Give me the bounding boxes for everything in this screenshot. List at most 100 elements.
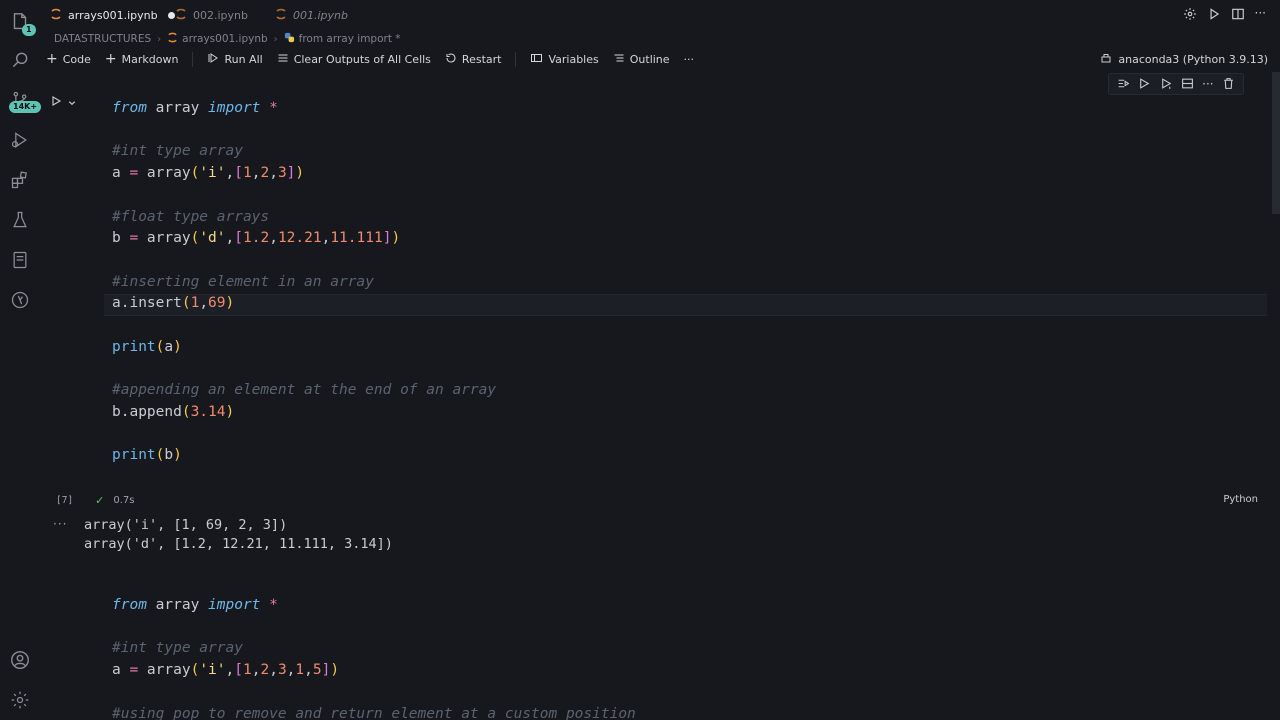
- code-line[interactable]: #using pop to remove and return element …: [112, 706, 636, 720]
- clear-all-icon: [277, 52, 289, 67]
- add-code-label: Code: [62, 52, 91, 66]
- code-line[interactable]: from array import *: [112, 100, 278, 116]
- code-line[interactable]: #appending an element at the end of an a…: [112, 382, 496, 398]
- add-markdown-label: Markdown: [121, 52, 179, 66]
- code-line[interactable]: a = array('i',[1,2,3,1,5]): [112, 662, 339, 678]
- code-token: *: [260, 597, 278, 613]
- code-token: b: [164, 447, 174, 464]
- code-line[interactable]: b.append(3.14): [112, 404, 234, 420]
- current-line-highlight: [104, 294, 1267, 316]
- plus-icon: +: [46, 51, 58, 67]
- code-line[interactable]: from array import *: [112, 597, 278, 613]
- explorer-icon[interactable]: 1: [8, 10, 36, 36]
- run-all-button[interactable]: Run All: [192, 51, 263, 67]
- more-cell-actions-icon[interactable]: ···: [1202, 77, 1213, 91]
- delete-cell-icon[interactable]: [1222, 75, 1235, 94]
- more-label: ···: [683, 52, 695, 66]
- code-token: ): [225, 403, 235, 420]
- unsaved-dot-icon[interactable]: [167, 11, 175, 19]
- tab-001[interactable]: 001.ipynb: [275, 0, 348, 30]
- kernel-label: anaconda3 (Python 3.9.13): [1118, 52, 1268, 66]
- notebook-icon[interactable]: [8, 248, 32, 272]
- code-token: (: [181, 295, 191, 312]
- code-token: 'i': [199, 662, 226, 679]
- restart-button[interactable]: Restart: [445, 52, 501, 67]
- execution-count: [7]: [56, 495, 74, 506]
- code-token: ,: [199, 295, 209, 312]
- tab-002[interactable]: 002.ipynb: [175, 0, 248, 30]
- code-line[interactable]: #int type array: [112, 640, 243, 656]
- manage-gear-icon[interactable]: [8, 688, 32, 712]
- breadcrumb-file[interactable]: arrays001.ipynb: [182, 33, 268, 45]
- kernel-picker[interactable]: anaconda3 (Python 3.9.13): [1100, 49, 1268, 69]
- code-token: *: [260, 100, 278, 116]
- breadcrumb-folder[interactable]: DATASTRUCTURES: [54, 33, 151, 45]
- testing-icon[interactable]: [8, 208, 32, 232]
- code-token: ,: [269, 230, 278, 247]
- chevron-right-icon: ›: [273, 33, 278, 45]
- run-icon[interactable]: [1207, 6, 1221, 25]
- execute-below-icon[interactable]: [1160, 75, 1173, 94]
- extensions-icon[interactable]: [8, 168, 32, 192]
- cell-toolbar: ···: [1108, 73, 1244, 95]
- run-debug-icon[interactable]: [8, 128, 32, 152]
- git-graph-icon[interactable]: [8, 288, 32, 312]
- code-token: ,: [225, 165, 235, 182]
- clear-outputs-button[interactable]: Clear Outputs of All Cells: [277, 52, 431, 67]
- code-token: b.append: [112, 403, 182, 420]
- code-token: #float type arrays: [112, 208, 270, 225]
- code-line[interactable]: #float type arrays: [112, 209, 269, 225]
- jupyter-file-icon: [50, 8, 62, 23]
- output-line-2: array('d', [1.2, 12.21, 11.111, 3.14]): [84, 536, 393, 552]
- breadcrumb-symbol[interactable]: from array import *: [299, 33, 401, 45]
- code-token: a: [112, 165, 130, 182]
- settings-gear-icon[interactable]: [1183, 6, 1197, 25]
- code-token: 'd': [199, 230, 226, 247]
- code-token: 69: [208, 295, 226, 312]
- code-line[interactable]: a.insert(1,69): [112, 295, 234, 311]
- chevron-down-icon[interactable]: [68, 92, 76, 111]
- code-token: 3: [277, 662, 287, 679]
- code-line[interactable]: print(b): [112, 447, 182, 463]
- plus-icon: +: [104, 51, 117, 67]
- variables-label: Variables: [548, 52, 599, 66]
- code-line[interactable]: print(a): [112, 339, 182, 355]
- output-more-icon[interactable]: ···: [53, 517, 67, 531]
- run-cell-icon[interactable]: [50, 92, 62, 111]
- variables-button[interactable]: Variables: [515, 51, 599, 67]
- add-markdown-cell-button[interactable]: + Markdown: [105, 51, 179, 67]
- tab-arrays001[interactable]: arrays001.ipynb: [50, 0, 175, 30]
- code-line[interactable]: a = array('i',[1,2,3]): [112, 165, 304, 181]
- code-token: array: [146, 597, 209, 613]
- split-editor-icon[interactable]: [1231, 6, 1245, 25]
- source-control-badge: 14K+: [9, 101, 42, 113]
- tab-bar: arrays001.ipynb 002.ipynb 001.ipynb: [40, 0, 1280, 30]
- code-token: ): [173, 338, 182, 355]
- cell-language[interactable]: Python: [1223, 494, 1258, 505]
- cell-run-control: [50, 92, 76, 111]
- code-token: #inserting element in an array: [112, 273, 374, 290]
- add-code-cell-button[interactable]: + Code: [46, 51, 91, 67]
- more-toolbar-button[interactable]: ···: [684, 53, 695, 66]
- search-icon[interactable]: [8, 48, 32, 72]
- code-line[interactable]: #inserting element in an array: [112, 274, 374, 290]
- split-cell-icon[interactable]: [1181, 75, 1194, 94]
- clear-outputs-label: Clear Outputs of All Cells: [293, 52, 431, 66]
- source-control-icon[interactable]: 14K+: [8, 88, 42, 113]
- code-line[interactable]: b = array('d',[1.2,12.21,11.111]): [112, 230, 400, 246]
- scrollbar-thumb[interactable]: [1272, 72, 1280, 214]
- outline-button[interactable]: Outline: [613, 52, 670, 67]
- editor-actions: ···: [1183, 6, 1266, 25]
- code-token: b: [112, 230, 130, 247]
- more-actions-icon[interactable]: ···: [1255, 6, 1266, 25]
- code-token: print: [112, 447, 156, 464]
- account-icon[interactable]: [8, 648, 32, 672]
- code-token: from: [112, 100, 147, 116]
- code-token: import: [208, 597, 261, 613]
- outline-label: Outline: [629, 52, 670, 66]
- chevron-right-icon: ›: [157, 33, 162, 45]
- code-line[interactable]: #int type array: [112, 143, 243, 159]
- code-token: from: [112, 597, 147, 613]
- execute-above-icon[interactable]: [1138, 75, 1151, 94]
- run-by-line-icon[interactable]: [1117, 75, 1130, 94]
